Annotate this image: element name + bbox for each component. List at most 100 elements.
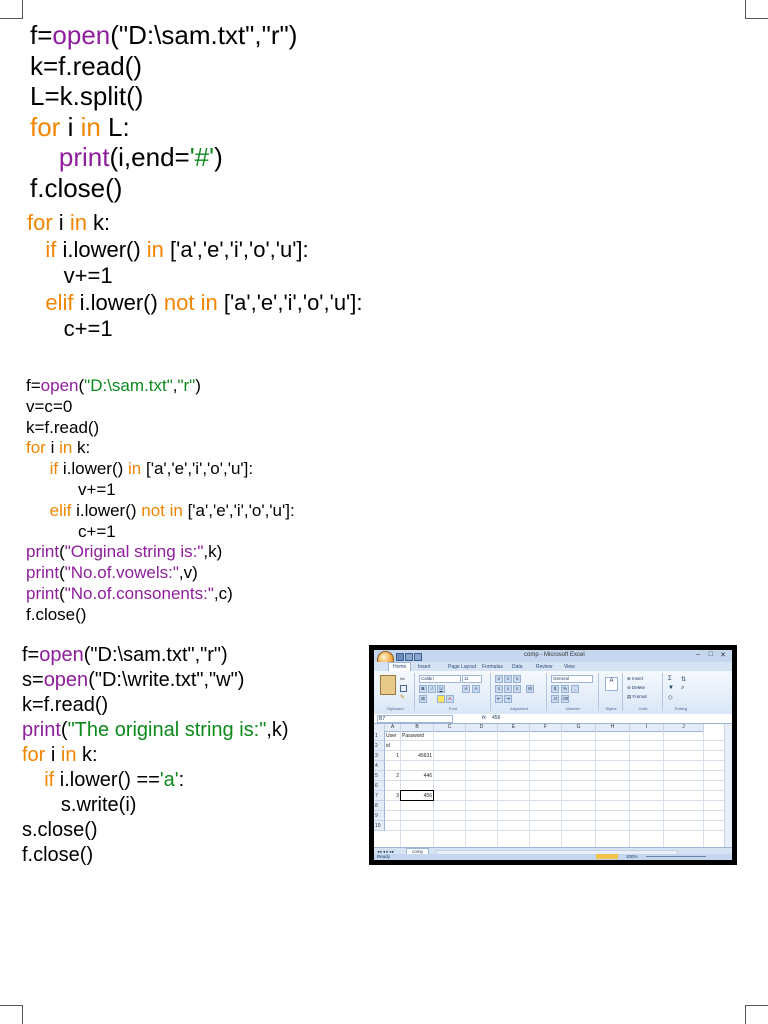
percent-icon[interactable]: % xyxy=(561,685,569,693)
grid-line xyxy=(385,800,732,801)
increase-decimal-icon[interactable]: .0 xyxy=(551,695,559,703)
cell-r7-a[interactable]: 3 xyxy=(386,791,399,801)
ribbon-tab-insert[interactable]: Insert xyxy=(418,664,431,670)
font-name-select[interactable]: Calibri xyxy=(419,675,461,683)
worksheet-grid[interactable]: A B C D E F G H I J 1 2 3 4 5 6 7 8 9 10 User id Password 1 456… xyxy=(374,724,732,847)
autosum-icon[interactable]: Σ xyxy=(668,676,672,682)
ribbon-tab-home[interactable]: Home xyxy=(388,662,412,671)
decrease-indent-icon[interactable]: ⇤ xyxy=(495,695,503,703)
cell-r3-b[interactable]: 45631 xyxy=(402,751,432,761)
paste-icon[interactable] xyxy=(380,675,396,695)
italic-button[interactable]: I xyxy=(428,685,436,693)
fill-icon[interactable]: ▼ xyxy=(668,685,674,691)
number-format-select[interactable]: General xyxy=(551,675,593,683)
status-bar: Ready 100% xyxy=(374,854,732,860)
row-header-3[interactable]: 3 xyxy=(374,751,385,761)
merge-center-icon[interactable]: ⊟ xyxy=(526,685,534,693)
insert-function-icon[interactable]: fx xyxy=(482,715,486,721)
underline-button[interactable]: U xyxy=(437,685,445,693)
code-token: i.lower() xyxy=(58,459,129,479)
zoom-slider[interactable] xyxy=(646,856,706,857)
find-select-icon[interactable]: ⌕ xyxy=(681,685,684,692)
cell-r5-a[interactable]: 2 xyxy=(386,771,399,781)
font-color-icon[interactable]: A xyxy=(446,695,454,703)
bold-button[interactable]: B xyxy=(419,685,427,693)
currency-icon[interactable]: $ xyxy=(551,685,559,693)
group-alignment: ≡ ≡ ≡ ≡ ≡ ≡ ⊟ ⇤ ⇥ Alignment xyxy=(492,673,547,711)
row-header-5[interactable]: 5 xyxy=(374,771,385,781)
align-top-icon[interactable]: ≡ xyxy=(495,675,503,683)
row-header-1[interactable]: 1 xyxy=(374,731,385,741)
ribbon-tab-view[interactable]: View xyxy=(564,664,575,670)
font-size-select[interactable]: 11 xyxy=(462,675,482,683)
cell-r5-b[interactable]: 446 xyxy=(402,771,432,781)
code-line: k=f.read() xyxy=(26,419,99,436)
column-header-F[interactable]: F xyxy=(530,724,562,732)
code-token: s.close() xyxy=(22,819,98,841)
column-header-J[interactable]: J xyxy=(664,724,704,732)
grow-font-button[interactable]: A xyxy=(462,685,470,693)
ribbon-tab-formulas[interactable]: Formulas xyxy=(482,664,503,670)
cell-header-b[interactable]: Password xyxy=(402,731,432,741)
name-box[interactable]: B7 xyxy=(377,715,453,723)
styles-icon[interactable]: A xyxy=(605,677,618,691)
row-header-8[interactable]: 8 xyxy=(374,801,385,811)
cell-r3-a[interactable]: 1 xyxy=(386,751,399,761)
code-token: k: xyxy=(86,210,111,235)
cell-header-a[interactable]: User id xyxy=(386,731,399,751)
fill-color-icon[interactable] xyxy=(437,695,445,703)
column-header-E[interactable]: E xyxy=(498,724,530,732)
format-cells-button[interactable]: ▤ Format xyxy=(627,694,647,700)
insert-cells-button[interactable]: ⊕ Insert xyxy=(627,676,643,682)
align-left-icon[interactable]: ≡ xyxy=(495,685,503,693)
maximize-icon[interactable]: □ xyxy=(709,651,713,658)
shrink-font-button[interactable]: A xyxy=(472,685,480,693)
code-token: print xyxy=(26,584,60,603)
minimize-icon[interactable]: – xyxy=(696,651,700,658)
align-right-icon[interactable]: ≡ xyxy=(513,685,521,693)
comma-icon[interactable]: , xyxy=(571,685,579,693)
view-buttons-icon[interactable] xyxy=(596,854,618,859)
column-header-C[interactable]: C xyxy=(434,724,466,732)
close-icon[interactable]: ✕ xyxy=(720,651,726,659)
code-token: open xyxy=(40,376,79,395)
column-header-G[interactable]: G xyxy=(562,724,596,732)
code-token: i.lower() xyxy=(71,500,142,520)
code-token: "No.of.consonents:" xyxy=(64,584,214,603)
ribbon-tab-review[interactable]: Review xyxy=(536,664,552,670)
column-header-H[interactable]: H xyxy=(596,724,630,732)
code-token: v+=1 xyxy=(26,480,116,499)
sort-filter-icon[interactable]: ⇅ xyxy=(681,676,686,683)
save-icon[interactable] xyxy=(396,653,404,661)
ribbon-tab-data[interactable]: Data xyxy=(512,664,523,670)
decrease-decimal-icon[interactable]: .00 xyxy=(561,695,569,703)
align-bottom-icon[interactable]: ≡ xyxy=(513,675,521,683)
vertical-scrollbar[interactable] xyxy=(724,724,732,847)
row-header-2[interactable]: 2 xyxy=(374,741,385,751)
undo-icon[interactable] xyxy=(405,653,413,661)
redo-icon[interactable] xyxy=(414,653,422,661)
code-line: f=open("D:\sam.txt","r") xyxy=(30,22,297,48)
format-painter-icon[interactable]: ✎ xyxy=(400,694,405,701)
code-line: print("The original string is:",k) xyxy=(22,720,289,740)
align-center-icon[interactable]: ≡ xyxy=(504,685,512,693)
zoom-level[interactable]: 100% xyxy=(626,854,638,860)
row-header-10[interactable]: 10 xyxy=(374,821,385,831)
column-header-D[interactable]: D xyxy=(466,724,498,732)
delete-cells-button[interactable]: ⊖ Delete xyxy=(627,685,645,691)
copy-icon[interactable] xyxy=(400,685,407,692)
row-header-6[interactable]: 6 xyxy=(374,781,385,791)
clear-icon[interactable]: ◇ xyxy=(668,694,673,701)
formula-value[interactable]: 456 xyxy=(492,715,500,721)
borders-icon[interactable]: ⊞ xyxy=(419,695,427,703)
code-token: ['a','e','i','o','u']: xyxy=(163,236,309,262)
row-header-9[interactable]: 9 xyxy=(374,811,385,821)
row-header-7[interactable]: 7 xyxy=(374,791,385,801)
increase-indent-icon[interactable]: ⇥ xyxy=(504,695,512,703)
row-header-4[interactable]: 4 xyxy=(374,761,385,771)
excel-screenshot: comp - Microsoft Excel – □ ✕ Home Insert P… xyxy=(369,645,737,865)
column-header-I[interactable]: I xyxy=(630,724,664,732)
ribbon-tab-page-layout[interactable]: Page Layout xyxy=(448,664,476,670)
align-middle-icon[interactable]: ≡ xyxy=(504,675,512,683)
cut-icon[interactable]: ✂ xyxy=(400,676,405,683)
